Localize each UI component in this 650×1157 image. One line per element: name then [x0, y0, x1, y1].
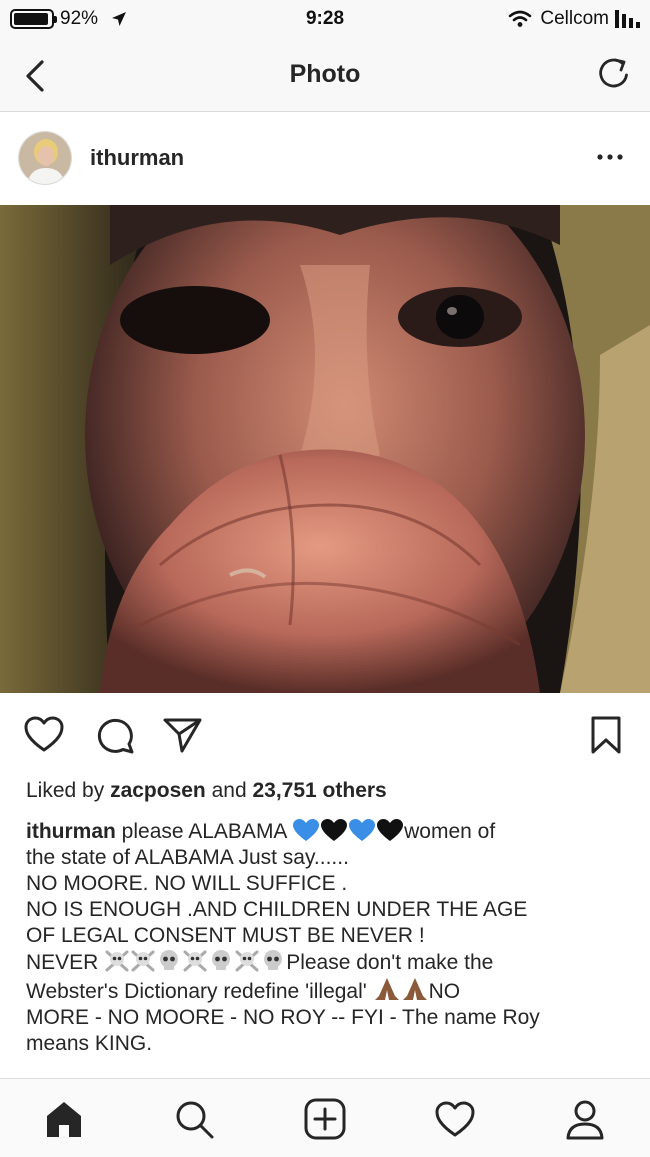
status-bar: 92% 9:28 Cellcom	[0, 0, 650, 40]
tab-bar	[0, 1079, 650, 1157]
comment-icon[interactable]	[94, 713, 138, 757]
post-caption: ithurman please ALABAMA women of the sta…	[26, 818, 626, 1057]
profile-icon[interactable]	[563, 1097, 607, 1141]
likes-middle: and	[205, 779, 253, 802]
caption-line-7-after: NO	[428, 980, 461, 1003]
caption-line-2: the state of ALABAMA Just say......	[26, 846, 349, 869]
caption-line-3: NO MOORE. NO WILL SUFFICE .	[26, 872, 348, 895]
skull-crossbones-icon	[183, 950, 207, 972]
caption-line-1-after: women of	[404, 820, 496, 843]
add-post-icon[interactable]	[303, 1097, 347, 1141]
praying-hands-icon	[402, 978, 427, 1000]
home-icon[interactable]	[42, 1097, 86, 1141]
caption-line-7-before: Webster's Dictionary redefine 'illegal'	[26, 980, 373, 1003]
blue-heart-icon	[293, 819, 320, 841]
black-heart-icon	[321, 819, 348, 841]
caption-line-1-text: please ALABAMA	[115, 820, 293, 843]
likes-user-link[interactable]: zacposen	[110, 779, 206, 802]
praying-hands-icon	[374, 978, 399, 1000]
caption-line-4: NO IS ENOUGH .AND CHILDREN UNDER THE AGE	[26, 898, 528, 921]
caption-line-9: means KING.	[26, 1032, 153, 1055]
blue-heart-icon	[349, 819, 376, 841]
page-title: Photo	[289, 60, 361, 88]
caption-line-7: Webster's Dictionary redefine 'illegal' …	[26, 976, 626, 1005]
caption-line-5: OF LEGAL CONSENT MUST BE NEVER !	[26, 924, 425, 947]
wifi-icon	[509, 10, 532, 27]
caption-username[interactable]: ithurman	[26, 820, 116, 843]
avatar[interactable]	[18, 131, 72, 185]
more-dots-icon[interactable]	[592, 145, 628, 169]
caption-line-1: ithurman please ALABAMA women of	[26, 818, 626, 845]
post-header: ithurman	[0, 113, 650, 205]
likes-summary: Liked by zacposen and 23,751 others	[26, 779, 387, 803]
status-right: Cellcom	[508, 8, 640, 30]
skull-icon	[264, 950, 283, 970]
likes-count-link[interactable]: 23,751 others	[252, 779, 386, 802]
carrier-name: Cellcom	[540, 8, 609, 29]
caption-line-6: NEVER Please don't make the	[26, 949, 626, 976]
skull-icon	[212, 950, 231, 970]
caption-line-6-after: Please don't make the	[286, 951, 494, 974]
skull-crossbones-icon	[131, 950, 155, 972]
heart-icon[interactable]	[22, 713, 66, 757]
post-actions	[0, 693, 650, 775]
refresh-icon[interactable]	[594, 54, 634, 94]
caption-line-8: MORE - NO MOORE - NO ROY -- FYI - The na…	[26, 1006, 540, 1029]
skull-crossbones-icon	[105, 950, 129, 972]
activity-heart-icon[interactable]	[433, 1097, 477, 1141]
signal-icon	[615, 10, 640, 28]
nav-bar: Photo	[0, 40, 650, 112]
likes-prefix: Liked by	[26, 779, 111, 802]
post-username[interactable]: ithurman	[90, 145, 184, 171]
bookmark-icon[interactable]	[584, 713, 628, 757]
send-icon[interactable]	[160, 713, 204, 757]
search-icon[interactable]	[172, 1097, 216, 1141]
post-photo[interactable]	[0, 205, 650, 693]
black-heart-icon	[377, 819, 404, 841]
skull-icon	[160, 950, 179, 970]
skull-crossbones-icon	[235, 950, 259, 972]
caption-line-6-before: NEVER	[26, 951, 105, 974]
